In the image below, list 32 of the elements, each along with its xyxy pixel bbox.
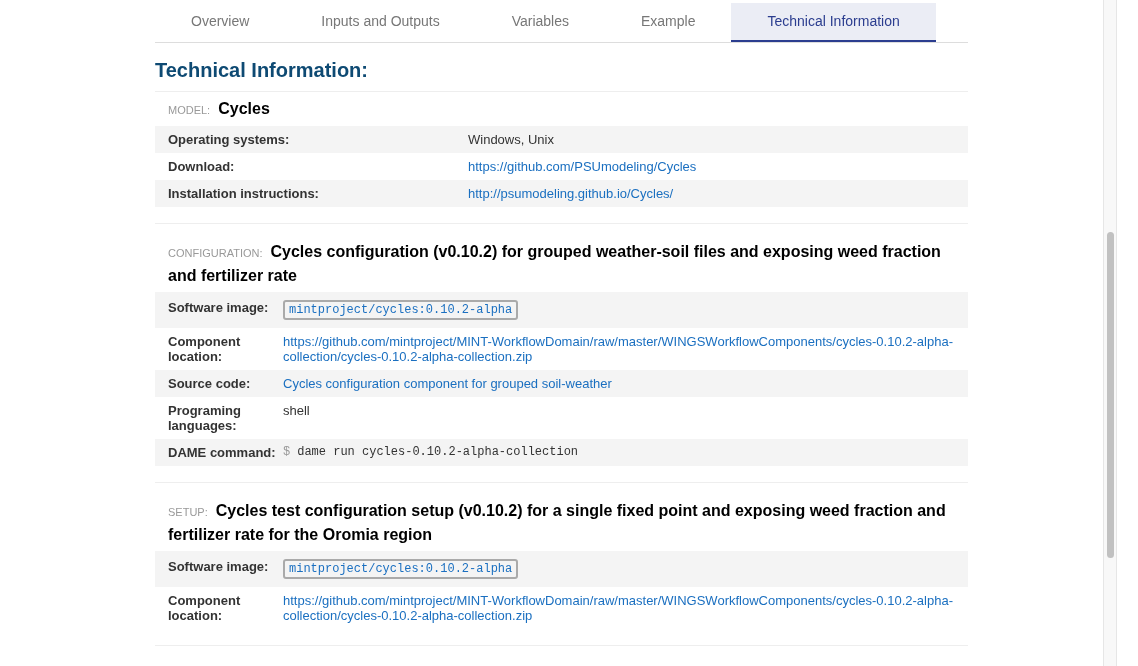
prompt-sign: $ xyxy=(283,445,291,460)
link[interactable]: https://github.com/mintproject/MINT-WorkflowDomain/raw/master/WINGSWorkflowComponents/cycles-0.10.2-alpha-collection/cycles-0.10.2-alpha-collection.zip xyxy=(283,593,955,623)
image-tag: mintproject/cycles:0.10.2-alpha xyxy=(283,559,519,579)
field-label: Component location: xyxy=(168,593,242,623)
field-value: Windows, Unix xyxy=(468,132,554,147)
image-tag: mintproject/cycles:0.10.2-alpha xyxy=(283,300,519,320)
field-label: Download: xyxy=(168,159,236,174)
section-heading: SETUP: Cycles test configuration setup (v0.10.2) for a single fixed point and exposing weed fraction and fertilizer rate for the Oromia region xyxy=(167,501,947,545)
field-label: Operating systems: xyxy=(168,132,291,147)
tab[interactable]: Technical Information xyxy=(731,3,936,42)
tab[interactable]: Variables xyxy=(475,3,605,42)
tab[interactable]: Example xyxy=(605,3,732,42)
section-heading: CONFIGURATION: Cycles configuration (v0.10.2) for grouped weather-soil files and exposing weed fraction and fertilizer rate xyxy=(167,242,942,286)
link[interactable]: http://psumodeling.github.io/Cycles/ xyxy=(468,186,674,201)
field-label: Installation instructions: xyxy=(168,186,320,201)
field-label: Software image: xyxy=(168,300,270,317)
tab[interactable]: Inputs and Outputs xyxy=(285,3,476,42)
link[interactable]: https://github.com/mintproject/MINT-WorkflowDomain/raw/master/WINGSWorkflowComponents/cycles-0.10.2-alpha-collection/cycles-0.10.2-alpha-collection.zip xyxy=(283,334,955,364)
field-label: DAME command: xyxy=(168,445,277,460)
link[interactable]: Cycles configuration component for grouped soil-weather xyxy=(283,376,612,391)
scrollbar[interactable] xyxy=(1103,0,1117,666)
link[interactable]: https://github.com/PSUmodeling/Cycles xyxy=(468,159,697,174)
command-text: dame run cycles-0.10.2-alpha-collection xyxy=(297,445,579,460)
scrollbar-thumb[interactable] xyxy=(1107,232,1114,558)
page-heading: Technical Information: xyxy=(155,43,968,92)
tab[interactable]: Overview xyxy=(155,3,286,42)
field-label: Source code: xyxy=(168,376,252,391)
field-label: Component location: xyxy=(168,334,242,364)
section-heading: MODEL: Cycles xyxy=(167,99,271,119)
field-label: Software image: xyxy=(168,559,270,576)
field-value: shell xyxy=(283,403,310,420)
field-label: Programing languages: xyxy=(168,403,242,433)
